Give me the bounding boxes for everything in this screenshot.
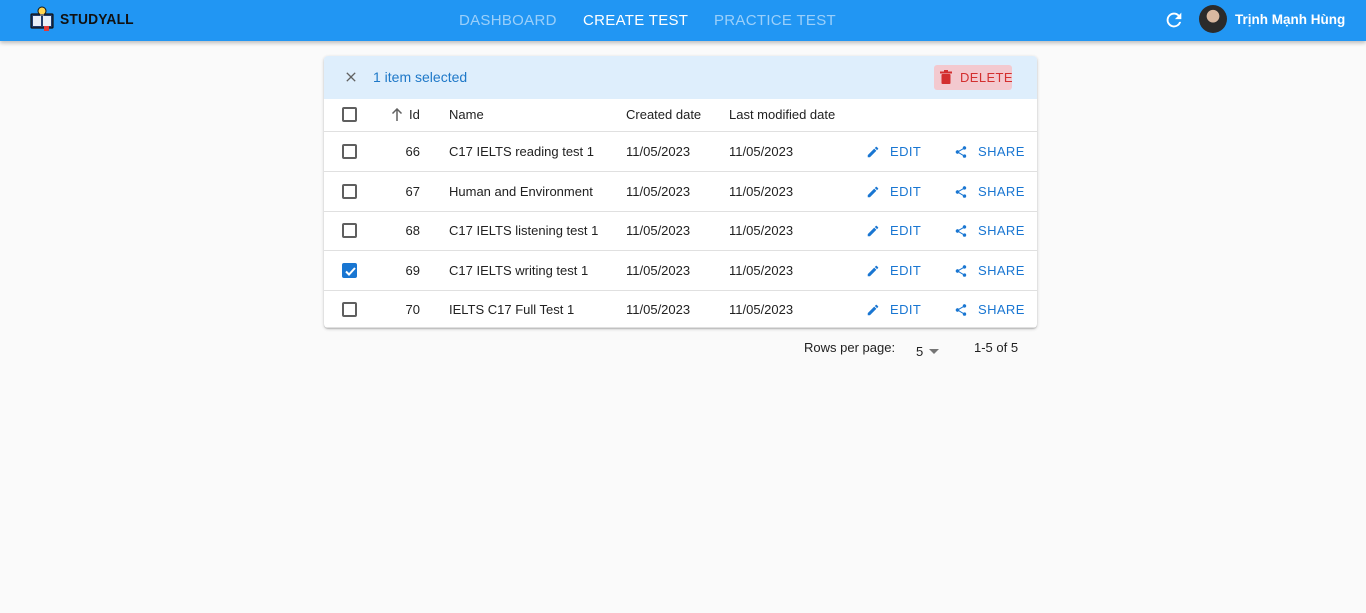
- table-header: Id Name Created date Last modified date: [324, 99, 1037, 132]
- nav-dashboard[interactable]: DASHBOARD: [459, 12, 557, 29]
- pencil-icon: [867, 265, 879, 276]
- col-name[interactable]: Name: [449, 107, 484, 122]
- share-label: SHARE: [978, 144, 1025, 159]
- share-button[interactable]: SHARE: [954, 302, 1025, 317]
- logo[interactable]: STUDYALL: [28, 5, 140, 33]
- user-name[interactable]: Trịnh Mạnh Hùng: [1235, 12, 1345, 27]
- share-icon: [955, 185, 967, 198]
- cell-created-date: 11/05/2023: [626, 144, 691, 159]
- pagination-range: 1-5 of 5: [974, 340, 1019, 355]
- nav-practice-test[interactable]: PRACTICE TEST: [714, 12, 836, 29]
- edit-label: EDIT: [890, 223, 922, 238]
- table-row[interactable]: 70 IELTS C17 Full Test 1 11/05/2023 11/05/2…: [324, 290, 1037, 328]
- share-button[interactable]: SHARE: [954, 144, 1025, 159]
- rows-per-page-label: Rows per page:: [804, 340, 896, 355]
- col-last-modified-date[interactable]: Last modified date: [729, 107, 835, 122]
- share-button[interactable]: SHARE: [954, 223, 1025, 238]
- app-name: STUDYALL: [60, 10, 134, 28]
- pencil-icon: [867, 225, 879, 236]
- avatar[interactable]: [1199, 5, 1227, 33]
- table-row[interactable]: 69 C17 IELTS writing test 1 11/05/2023 11/0…: [324, 251, 1037, 291]
- edit-button[interactable]: EDIT: [866, 144, 921, 159]
- close-icon[interactable]: [343, 69, 359, 85]
- cell-created-date: 11/05/2023: [626, 184, 691, 199]
- cell-created-date: 11/05/2023: [626, 302, 691, 317]
- app-bar: STUDYALL DASHBOARD CREATE TEST PRACTICE …: [0, 0, 1366, 41]
- table-row[interactable]: 66 C17 IELTS reading test 1 11/05/2023 11/0…: [324, 132, 1037, 172]
- pencil-icon: [867, 146, 879, 157]
- cell-id: 70: [405, 302, 420, 317]
- selection-count: 1 item selected: [373, 69, 468, 85]
- share-button[interactable]: SHARE: [954, 263, 1025, 278]
- row-checkbox[interactable]: [342, 223, 357, 238]
- cell-last-modified-date: 11/05/2023: [729, 144, 794, 159]
- share-icon: [955, 303, 967, 316]
- cell-name: Human and Environment: [449, 184, 593, 199]
- cell-id: 69: [405, 263, 420, 278]
- share-label: SHARE: [978, 302, 1025, 317]
- trash-icon: [940, 70, 952, 84]
- cell-created-date: 11/05/2023: [626, 263, 691, 278]
- cell-name: C17 IELTS listening test 1: [449, 223, 599, 238]
- share-icon: [955, 264, 967, 277]
- row-checkbox[interactable]: [342, 144, 357, 159]
- cell-id: 66: [405, 144, 420, 159]
- pencil-icon: [867, 304, 879, 315]
- edit-label: EDIT: [890, 144, 922, 159]
- refresh-icon[interactable]: [1163, 9, 1185, 31]
- arrow-up-icon[interactable]: [391, 108, 403, 122]
- edit-label: EDIT: [890, 184, 922, 199]
- share-icon: [955, 224, 967, 237]
- selection-toolbar: 1 item selected DELETE: [324, 56, 1037, 99]
- table-row[interactable]: 68 C17 IELTS listening test 1 11/05/2023 11…: [324, 211, 1037, 251]
- row-checkbox[interactable]: [342, 263, 357, 278]
- cell-last-modified-date: 11/05/2023: [729, 263, 794, 278]
- col-id[interactable]: Id: [409, 107, 420, 122]
- select-all-checkbox[interactable]: [342, 107, 357, 122]
- cell-name: C17 IELTS reading test 1: [449, 144, 595, 159]
- logo-icon: [30, 6, 54, 31]
- chevron-down-icon: [929, 349, 939, 354]
- share-label: SHARE: [978, 263, 1025, 278]
- share-icon: [955, 145, 967, 158]
- nav-create-test[interactable]: CREATE TEST: [583, 12, 688, 29]
- cell-id: 67: [405, 184, 420, 199]
- cell-name: IELTS C17 Full Test 1: [449, 302, 575, 317]
- cell-id: 68: [405, 223, 420, 238]
- col-created-date[interactable]: Created date: [626, 107, 701, 122]
- edit-button[interactable]: EDIT: [866, 184, 921, 199]
- rows-per-page-select[interactable]: 5: [912, 342, 942, 362]
- cell-created-date: 11/05/2023: [626, 223, 691, 238]
- rows-per-page-value: 5: [916, 344, 924, 359]
- table-row[interactable]: 67 Human and Environment 11/05/2023 11/05/2…: [324, 172, 1037, 212]
- cell-last-modified-date: 11/05/2023: [729, 223, 794, 238]
- tests-table-panel: 1 item selected DELETE Id Name Created d…: [324, 56, 1037, 328]
- cell-name: C17 IELTS writing test 1: [449, 263, 589, 278]
- edit-button[interactable]: EDIT: [866, 302, 921, 317]
- cell-last-modified-date: 11/05/2023: [729, 184, 794, 199]
- cell-last-modified-date: 11/05/2023: [729, 302, 794, 317]
- pencil-icon: [867, 186, 879, 197]
- row-checkbox[interactable]: [342, 184, 357, 199]
- share-label: SHARE: [978, 223, 1025, 238]
- edit-label: EDIT: [890, 302, 922, 317]
- share-button[interactable]: SHARE: [954, 184, 1025, 199]
- share-label: SHARE: [978, 184, 1025, 199]
- edit-label: EDIT: [890, 263, 922, 278]
- row-checkbox[interactable]: [342, 302, 357, 317]
- delete-label: DELETE: [960, 70, 1013, 85]
- edit-button[interactable]: EDIT: [866, 263, 921, 278]
- edit-button[interactable]: EDIT: [866, 223, 921, 238]
- delete-button[interactable]: DELETE: [934, 65, 1013, 90]
